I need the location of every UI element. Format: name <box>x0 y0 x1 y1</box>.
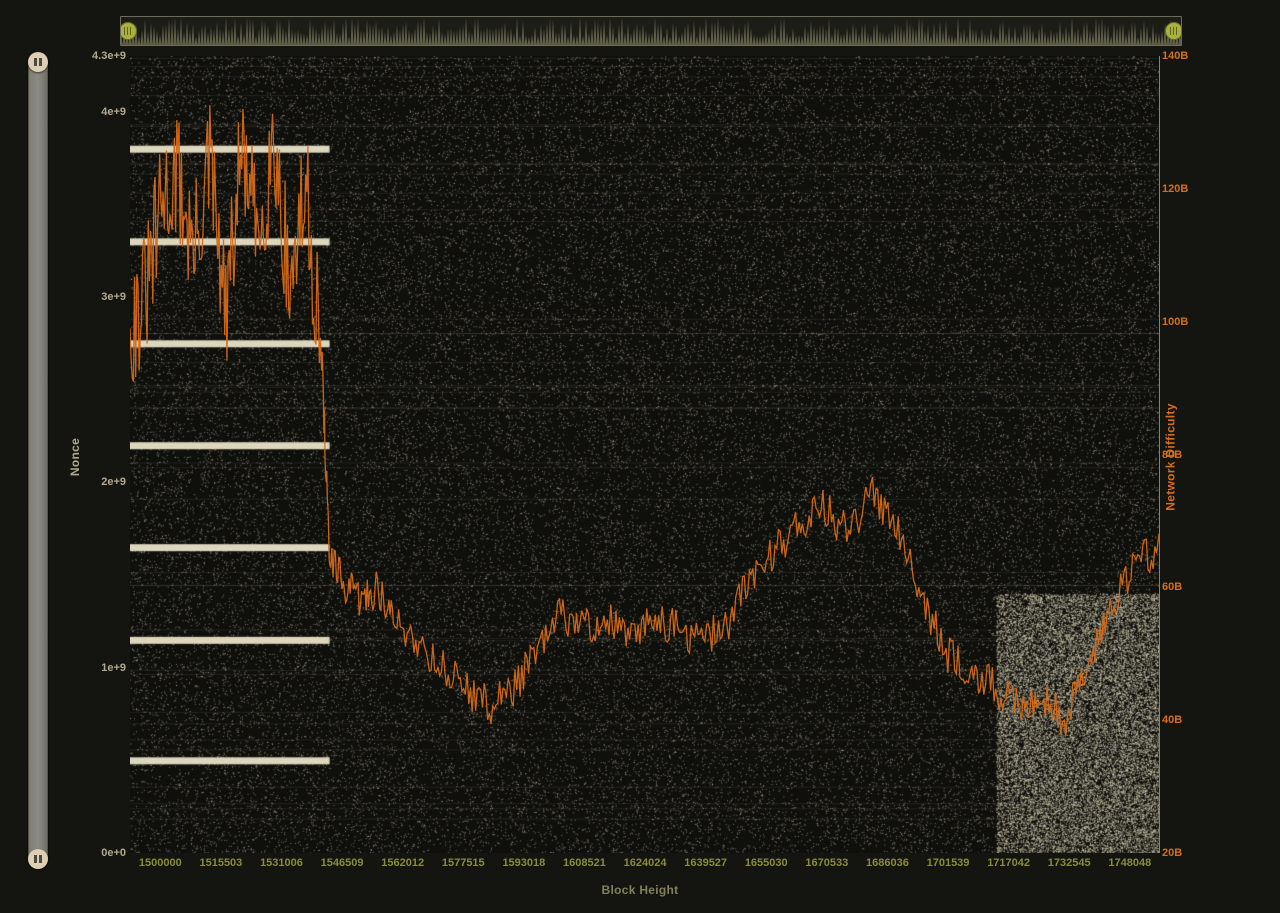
x-tick: 1717042 <box>978 857 1039 873</box>
x-tick: 1686036 <box>857 857 918 873</box>
x-axis-ticks: 1500000151550315310061546509156201215775… <box>130 857 1160 873</box>
scrollbar-handle-top[interactable] <box>28 52 48 72</box>
x-tick: 1593018 <box>494 857 555 873</box>
y-left-tick: 1e+9 <box>101 662 126 674</box>
y-left-tick: 4.3e+9 <box>92 50 126 62</box>
y-left-tick: 3e+9 <box>101 291 126 303</box>
y-right-tick: 80B <box>1162 449 1182 461</box>
x-tick: 1655030 <box>736 857 797 873</box>
scrollbar-handle-bottom[interactable] <box>28 849 48 869</box>
x-tick: 1624024 <box>615 857 676 873</box>
range-brush[interactable] <box>120 16 1182 46</box>
x-tick: 1748048 <box>1100 857 1161 873</box>
x-tick: 1639527 <box>675 857 736 873</box>
y-right-tick: 100B <box>1162 316 1188 328</box>
y-right-tick: 20B <box>1162 847 1182 859</box>
plot-area[interactable] <box>130 56 1160 853</box>
vertical-range-scrollbar[interactable] <box>28 54 48 867</box>
y-right-tick: 40B <box>1162 714 1182 726</box>
y-axis-right-ticks: 20B40B60B80B100B120B140B <box>1162 56 1196 853</box>
y-right-tick: 140B <box>1162 50 1188 62</box>
x-tick: 1500000 <box>130 857 191 873</box>
x-tick: 1577515 <box>433 857 494 873</box>
x-tick: 1732545 <box>1039 857 1100 873</box>
y-left-tick: 4e+9 <box>101 106 126 118</box>
x-tick: 1701539 <box>918 857 979 873</box>
y-axis-left-ticks: 0e+01e+92e+93e+94e+94.3e+9 <box>90 56 126 853</box>
x-tick: 1515503 <box>191 857 252 873</box>
chart-root: Nonce Network Difficulty Block Height 0e… <box>0 0 1280 913</box>
x-tick: 1546509 <box>312 857 373 873</box>
y-axis-left-title: Nonce <box>68 437 82 475</box>
overview-sparkline <box>121 17 1181 45</box>
y-right-tick: 60B <box>1162 581 1182 593</box>
brush-handle-right[interactable] <box>1165 22 1182 40</box>
x-tick: 1608521 <box>554 857 615 873</box>
y-left-tick: 2e+9 <box>101 476 126 488</box>
difficulty-line-layer <box>130 56 1160 853</box>
x-tick: 1531006 <box>251 857 312 873</box>
x-tick: 1670533 <box>797 857 858 873</box>
x-axis-title: Block Height <box>602 883 679 897</box>
x-tick: 1562012 <box>372 857 433 873</box>
y-left-tick: 0e+0 <box>101 847 126 859</box>
y-right-tick: 120B <box>1162 183 1188 195</box>
